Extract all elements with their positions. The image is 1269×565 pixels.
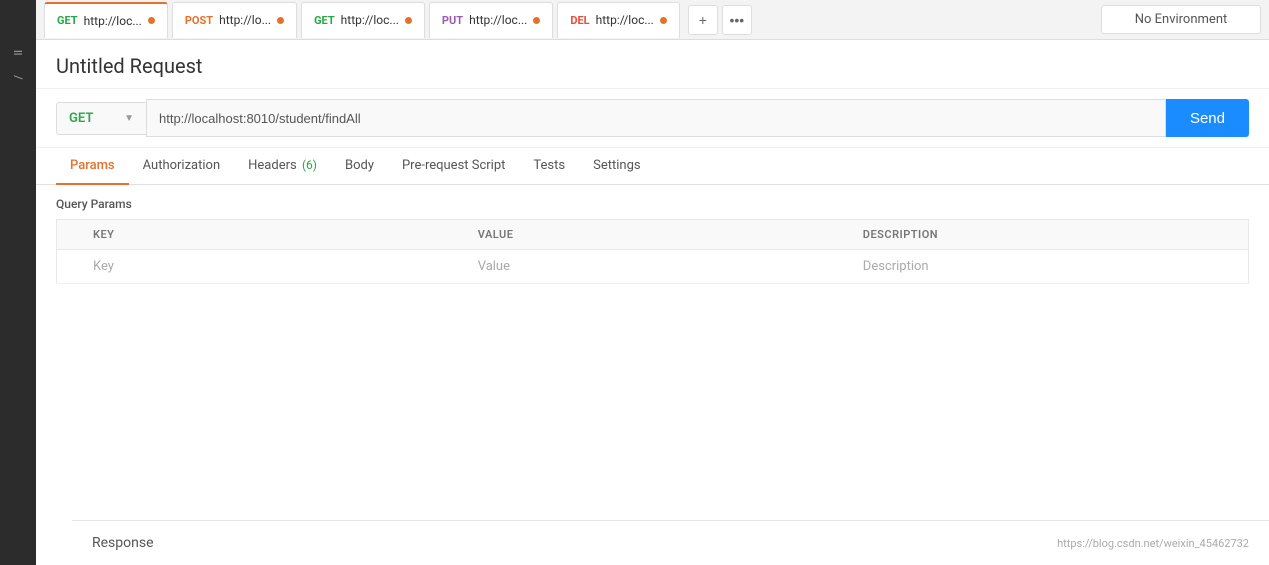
url-input[interactable] bbox=[146, 99, 1166, 137]
left-sidebar: ll / bbox=[0, 0, 36, 565]
col-description-header: DESCRIPTION bbox=[851, 220, 1249, 250]
tab-headers[interactable]: Headers (6) bbox=[234, 148, 331, 185]
row-description-cell[interactable]: Description bbox=[851, 250, 1249, 284]
tab-dot-1 bbox=[148, 17, 155, 24]
tab-url-1: http://loc... bbox=[84, 14, 142, 28]
tab-params[interactable]: Params bbox=[56, 148, 129, 185]
method-selector[interactable]: GET ▼ bbox=[56, 102, 146, 135]
tab-method-get-2: GET bbox=[314, 14, 335, 27]
tab-pre-request-script[interactable]: Pre-request Script bbox=[388, 148, 519, 185]
tab-url-5: http://loc... bbox=[596, 13, 654, 27]
tab-method-post-1: POST bbox=[185, 14, 213, 27]
environment-selector[interactable]: No Environment bbox=[1101, 5, 1261, 34]
main-content: Untitled Request GET ▼ Send Params Autho… bbox=[36, 40, 1269, 565]
row-checkbox-cell bbox=[57, 250, 82, 284]
send-button[interactable]: Send bbox=[1166, 99, 1249, 137]
col-key-header: KEY bbox=[81, 220, 466, 250]
headers-badge: (6) bbox=[302, 158, 317, 172]
tab-settings[interactable]: Settings bbox=[579, 148, 654, 185]
response-bar: Response https://blog.csdn.net/weixin_45… bbox=[72, 520, 1269, 565]
tab-bar: GET http://loc... POST http://lo... GET … bbox=[36, 0, 1269, 40]
tab-method-get-1: GET bbox=[57, 14, 78, 27]
response-title: Response bbox=[92, 535, 154, 551]
tab-method-put-1: PUT bbox=[442, 14, 463, 27]
row-value-cell[interactable]: Value bbox=[466, 250, 851, 284]
request-title-area: Untitled Request bbox=[36, 40, 1269, 89]
response-link: https://blog.csdn.net/weixin_45462732 bbox=[1057, 537, 1249, 550]
tab-authorization[interactable]: Authorization bbox=[129, 148, 235, 185]
sidebar-text-1: ll bbox=[12, 50, 25, 55]
row-key-cell[interactable]: Key bbox=[81, 250, 466, 284]
more-tabs-button[interactable]: ••• bbox=[722, 5, 752, 35]
tab-dot-2 bbox=[277, 17, 284, 24]
sidebar-text-2: / bbox=[12, 75, 25, 80]
col-checkbox-header bbox=[57, 220, 82, 250]
tab-method-del-1: DEL bbox=[570, 14, 589, 27]
table-row: Key Value Description bbox=[57, 250, 1249, 284]
new-tab-button[interactable]: + bbox=[688, 5, 718, 35]
tab-url-3: http://loc... bbox=[341, 13, 399, 27]
tab-del-1[interactable]: DEL http://loc... bbox=[557, 2, 680, 38]
tab-get-2[interactable]: GET http://loc... bbox=[301, 2, 425, 38]
col-value-header: VALUE bbox=[466, 220, 851, 250]
request-tabs: Params Authorization Headers (6) Body Pr… bbox=[36, 148, 1269, 185]
tab-url-4: http://loc... bbox=[469, 13, 527, 27]
query-params-table: KEY VALUE DESCRIPTION Key Value Descript… bbox=[56, 219, 1249, 284]
tab-bar-actions: + ••• bbox=[688, 5, 752, 35]
tab-post-1[interactable]: POST http://lo... bbox=[172, 2, 297, 38]
tab-dot-3 bbox=[405, 17, 412, 24]
tab-dot-4 bbox=[533, 17, 540, 24]
tab-dot-5 bbox=[660, 17, 667, 24]
url-bar: GET ▼ Send bbox=[36, 89, 1269, 148]
request-title: Untitled Request bbox=[56, 54, 1249, 78]
tab-body[interactable]: Body bbox=[331, 148, 388, 185]
query-params-title: Query Params bbox=[56, 197, 1249, 211]
tab-url-2: http://lo... bbox=[219, 13, 271, 27]
tab-tests[interactable]: Tests bbox=[519, 148, 579, 185]
tab-get-1[interactable]: GET http://loc... bbox=[44, 2, 168, 38]
method-chevron-icon: ▼ bbox=[124, 113, 134, 124]
tab-put-1[interactable]: PUT http://loc... bbox=[429, 2, 553, 38]
params-section: Query Params KEY VALUE DESCRIPTION Key V… bbox=[36, 185, 1269, 565]
selected-method: GET bbox=[69, 111, 93, 126]
